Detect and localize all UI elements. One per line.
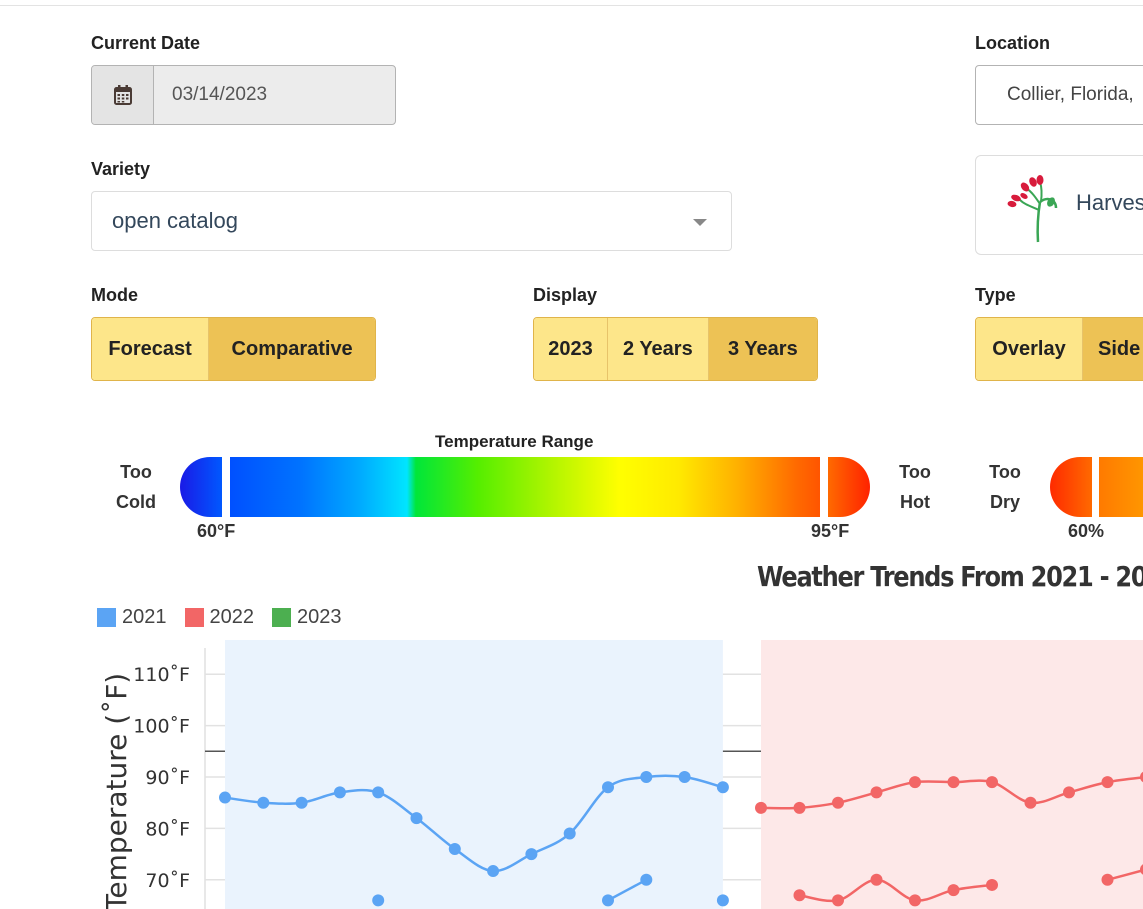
top-divider xyxy=(0,5,1143,6)
type-button-group: Overlay Side xyxy=(975,317,1143,381)
temperature-min-label: 60°F xyxy=(197,521,236,541)
data-point-high-2022 xyxy=(909,776,921,789)
legend-swatch-2023 xyxy=(272,608,291,627)
location-input[interactable]: Collier, Florida, xyxy=(975,65,1143,125)
data-point-high-2021 xyxy=(410,812,423,825)
y-tick-label: 90˚F xyxy=(145,767,190,789)
too-cold-segment xyxy=(180,457,222,517)
calendar-icon[interactable] xyxy=(92,66,154,124)
data-point-high-2022 xyxy=(832,796,844,809)
type-overlay-button[interactable]: Overlay xyxy=(976,318,1083,380)
variety-select[interactable]: open catalog xyxy=(91,191,732,251)
legend-item-2022[interactable]: 2022 xyxy=(184,606,254,629)
mode-button-group: Forecast Comparative xyxy=(91,317,376,381)
series-band-2022 xyxy=(761,640,1143,909)
y-tick-label: 110˚F xyxy=(133,664,190,686)
flower-logo-icon xyxy=(1007,175,1058,243)
y-tick-label: 100˚F xyxy=(133,716,190,738)
data-point-high-2022 xyxy=(1024,796,1037,809)
data-point-high-2022 xyxy=(947,776,960,789)
weather-trend-chart: 70˚F 80˚F 90˚F 100˚F 110˚FTemperature (˚F) xyxy=(100,640,1143,909)
display-3-years-button[interactable]: 3 Years xyxy=(708,318,817,380)
temperature-range-title: Temperature Range xyxy=(435,432,594,451)
variety-label: Variety xyxy=(91,159,151,179)
mode-forecast-button[interactable]: Forecast xyxy=(92,318,210,380)
display-2-years-button[interactable]: 2 Years xyxy=(608,318,709,380)
data-point-high-2022 xyxy=(755,801,767,814)
y-tick-label: 70˚F xyxy=(145,870,190,892)
brand-card[interactable]: Harves xyxy=(975,155,1143,255)
legend-item-2023[interactable]: 2023 xyxy=(272,606,342,629)
legend-swatch-2021 xyxy=(97,608,116,627)
chart-title: Weather Trends From 2021 - 202 xyxy=(757,560,1143,593)
y-axis-title: Temperature (˚F) xyxy=(100,673,133,909)
location-label: Location xyxy=(975,33,1050,53)
legend-swatch-2022 xyxy=(184,608,204,627)
data-point-high-2022 xyxy=(793,801,806,814)
too-hot-label: Too Hot xyxy=(899,462,931,512)
data-point-high-2021 xyxy=(257,796,270,809)
too-dry-segment xyxy=(1050,457,1092,517)
mode-comparative-button[interactable]: Comparative xyxy=(209,318,375,380)
chevron-down-icon[interactable] xyxy=(693,219,707,226)
data-point-high-2021 xyxy=(372,786,385,799)
display-button-group: 2023 2 Years 3 Years xyxy=(533,317,818,381)
data-point-high-2022 xyxy=(1063,786,1075,799)
data-point-high-2021 xyxy=(563,827,576,840)
data-point-high-2022 xyxy=(986,776,998,789)
too-dry-label: Too Dry xyxy=(989,462,1021,512)
type-label: Type xyxy=(975,285,1016,305)
data-point-high-2021 xyxy=(640,771,653,783)
current-date-label: Current Date xyxy=(91,33,201,53)
data-point-high-2021 xyxy=(448,842,461,855)
current-date-field[interactable]: 03/14/2023 xyxy=(91,65,396,125)
data-point-low-2021 xyxy=(372,894,385,907)
too-hot-segment xyxy=(828,457,870,517)
display-label: Display xyxy=(533,285,598,305)
humidity-gradient-bar xyxy=(1099,457,1143,517)
y-tick-label: 80˚F xyxy=(145,818,190,840)
data-point-high-2022 xyxy=(870,786,883,799)
data-point-high-2021 xyxy=(525,848,538,861)
mode-label: Mode xyxy=(91,285,138,305)
data-point-low-2021 xyxy=(716,894,729,907)
data-point-high-2021 xyxy=(716,781,729,794)
temperature-gradient-bar xyxy=(230,457,820,517)
type-side-button[interactable]: Side xyxy=(1083,318,1143,380)
chart-legend: 2021 2022 2023 xyxy=(97,606,342,629)
humidity-min-label: 60% xyxy=(1068,521,1105,541)
data-point-high-2021 xyxy=(487,865,500,878)
data-point-high-2021 xyxy=(219,791,231,804)
current-date-input[interactable]: 03/14/2023 xyxy=(154,66,395,124)
display-2023-button[interactable]: 2023 xyxy=(534,318,608,380)
brand-name: Harves xyxy=(1076,190,1143,215)
data-point-low-2021 xyxy=(640,873,653,886)
data-point-high-2021 xyxy=(295,796,308,809)
data-point-high-2021 xyxy=(333,786,346,799)
legend-item-2021[interactable]: 2021 xyxy=(97,606,167,629)
too-cold-label: Too Cold xyxy=(116,462,156,512)
data-point-high-2021 xyxy=(602,781,614,794)
data-point-high-2022 xyxy=(1101,776,1114,789)
variety-value: open catalog xyxy=(112,208,238,233)
data-point-high-2021 xyxy=(678,771,691,783)
temperature-max-label: 95°F xyxy=(811,521,850,541)
